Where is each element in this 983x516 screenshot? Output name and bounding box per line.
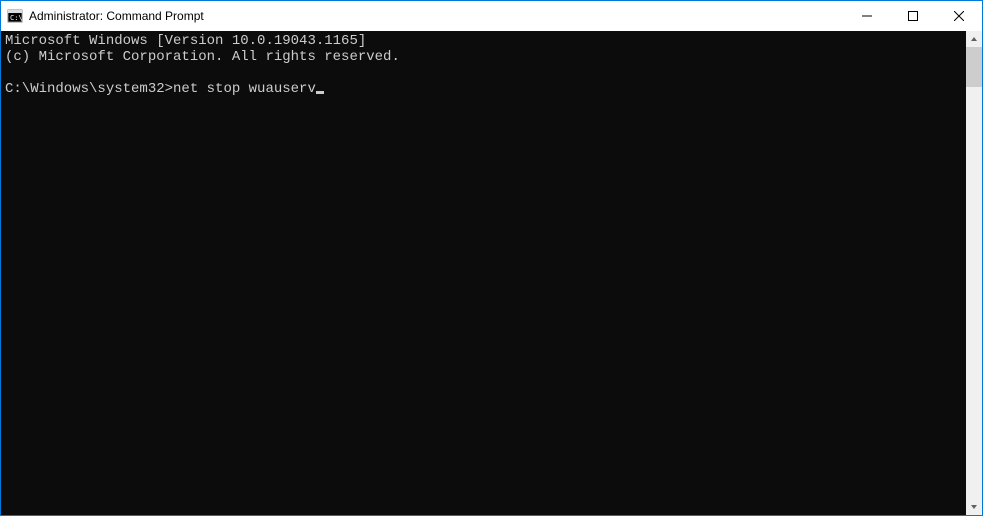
terminal-header-line: Microsoft Windows [Version 10.0.19043.11… bbox=[5, 33, 962, 49]
terminal-prompt: C:\Windows\system32> bbox=[5, 81, 173, 97]
cmd-icon: C:\ bbox=[7, 8, 23, 24]
terminal-cursor bbox=[316, 91, 324, 94]
scrollbar-track[interactable] bbox=[966, 47, 982, 499]
terminal-copyright-line: (c) Microsoft Corporation. All rights re… bbox=[5, 49, 962, 65]
scroll-up-button[interactable] bbox=[966, 31, 982, 47]
scroll-down-button[interactable] bbox=[966, 499, 982, 515]
window-title: Administrator: Command Prompt bbox=[29, 9, 844, 23]
terminal-blank-line bbox=[5, 65, 962, 81]
window-controls bbox=[844, 1, 982, 31]
command-prompt-window: C:\ Administrator: Command Prompt Micros… bbox=[0, 0, 983, 516]
terminal[interactable]: Microsoft Windows [Version 10.0.19043.11… bbox=[1, 31, 966, 515]
scrollbar-thumb[interactable] bbox=[966, 47, 982, 87]
titlebar[interactable]: C:\ Administrator: Command Prompt bbox=[1, 1, 982, 31]
vertical-scrollbar[interactable] bbox=[966, 31, 982, 515]
minimize-button[interactable] bbox=[844, 1, 890, 31]
maximize-button[interactable] bbox=[890, 1, 936, 31]
terminal-command: net stop wuauserv bbox=[173, 81, 316, 97]
close-button[interactable] bbox=[936, 1, 982, 31]
terminal-area: Microsoft Windows [Version 10.0.19043.11… bbox=[1, 31, 982, 515]
svg-text:C:\: C:\ bbox=[10, 14, 23, 22]
terminal-prompt-line: C:\Windows\system32>net stop wuauserv bbox=[5, 81, 962, 97]
